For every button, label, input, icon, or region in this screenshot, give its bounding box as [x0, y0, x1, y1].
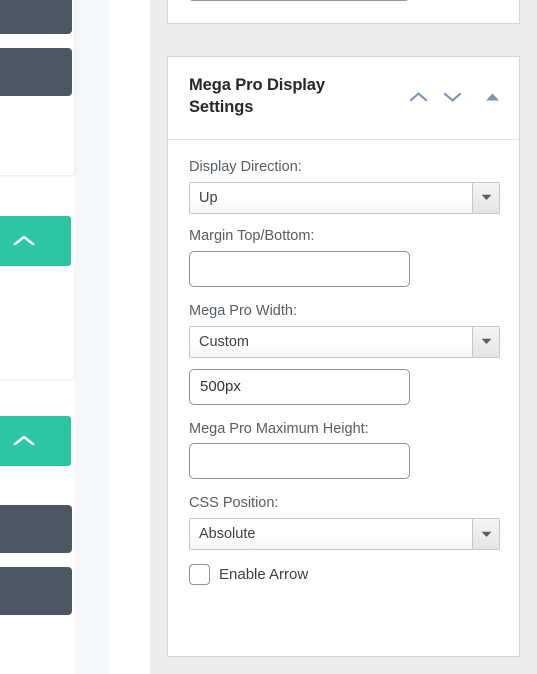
chevron-up-icon	[13, 234, 35, 248]
panel-header: Mega Pro Display Settings	[168, 57, 519, 140]
select-value: Up	[199, 189, 218, 206]
pale-gutter-column	[74, 0, 110, 674]
field-mega-pro-maximum-height: Mega Pro Maximum Height:	[189, 420, 498, 480]
move-down-icon[interactable]	[439, 85, 465, 109]
sidebar-dark-block-3[interactable]	[0, 505, 72, 553]
chevron-down-icon[interactable]	[472, 326, 499, 357]
field-label: Mega Pro Width:	[189, 302, 297, 319]
move-up-icon[interactable]	[405, 85, 431, 109]
mega-pro-display-settings-panel: Mega Pro Display Settings Display Direct…	[167, 56, 520, 657]
truncated-text-input[interactable]	[188, 0, 410, 1]
display-direction-select[interactable]: Up	[189, 181, 500, 214]
field-display-direction: Display Direction: Up	[189, 158, 500, 214]
panel-title: Mega Pro Display Settings	[189, 76, 325, 116]
field-label: Mega Pro Maximum Height:	[189, 420, 369, 437]
panel-header-actions	[405, 85, 505, 109]
mega-pro-maximum-height-input[interactable]	[189, 443, 410, 480]
field-css-position: CSS Position: Absolute	[189, 494, 500, 551]
sidebar-dark-block-1[interactable]	[0, 0, 72, 34]
field-mega-pro-width-custom	[189, 368, 498, 405]
screen-root: Mega Pro Display Settings Display Direct…	[0, 0, 537, 674]
css-position-select[interactable]: Absolute	[189, 518, 500, 551]
sidebar-card-middle	[0, 266, 74, 379]
sidebar-dark-block-4[interactable]	[0, 567, 72, 615]
panel-body: Display Direction: Up Margin Top/Bottom:	[168, 140, 519, 586]
select-value: Absolute	[199, 526, 256, 543]
white-gap-column	[110, 0, 150, 674]
select-value: Custom	[199, 333, 249, 350]
mega-pro-width-select[interactable]: Custom	[189, 325, 500, 358]
enable-arrow-checkbox[interactable]	[189, 564, 210, 586]
enable-arrow-label: Enable Arrow	[219, 566, 309, 584]
sidebar-teal-button-2[interactable]	[0, 416, 71, 466]
field-margin-top-bottom: Margin Top/Bottom:	[189, 227, 498, 287]
collapse-toggle-icon[interactable]	[479, 85, 505, 109]
chevron-up-icon	[13, 434, 35, 448]
chevron-down-icon[interactable]	[472, 519, 499, 550]
mega-pro-width-custom-input[interactable]	[189, 368, 410, 405]
margin-top-bottom-input[interactable]	[189, 250, 410, 287]
field-label: Margin Top/Bottom:	[189, 227, 315, 244]
field-label: CSS Position:	[189, 495, 279, 512]
settings-panel-above	[167, 0, 520, 24]
field-enable-arrow: Enable Arrow	[189, 564, 498, 586]
chevron-down-icon[interactable]	[472, 182, 499, 213]
field-mega-pro-width: Mega Pro Width: Custom	[189, 302, 500, 358]
sidebar-dark-block-2[interactable]	[0, 48, 72, 96]
sidebar-teal-button-1[interactable]	[0, 216, 71, 266]
field-label: Display Direction:	[189, 159, 302, 175]
